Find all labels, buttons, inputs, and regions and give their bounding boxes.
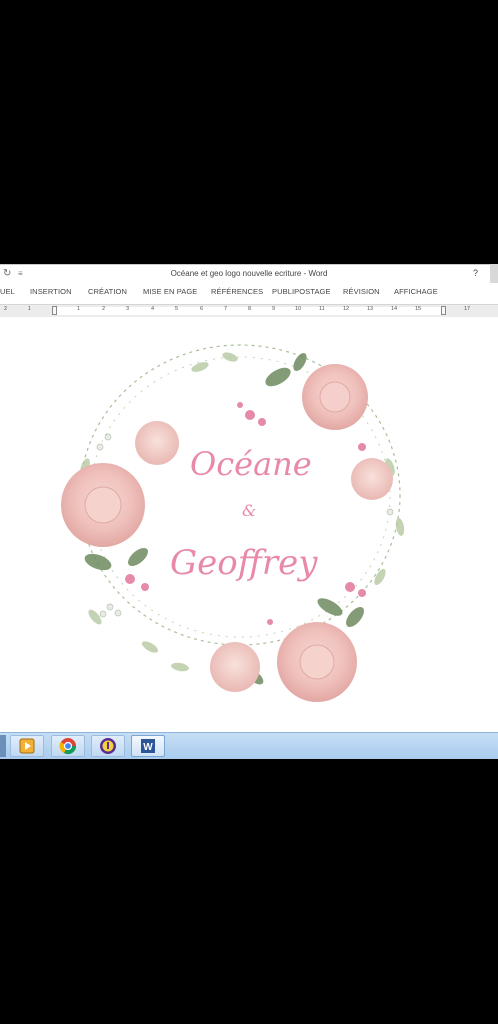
horizontal-ruler[interactable]: 2 1 1 2 3 4 5 6 7 8 9 10 11 12 13 14 15 … (0, 304, 498, 318)
media-player-icon[interactable] (10, 735, 44, 757)
right-indent-marker[interactable] (441, 306, 446, 315)
name-oceane: Océane (190, 445, 312, 483)
ruler-number: 2 (4, 306, 8, 312)
ruler-number: 13 (367, 306, 374, 312)
ruler-number: 14 (391, 306, 398, 312)
tab-references[interactable]: RÉFÉRENCES (211, 287, 263, 296)
ruler-number: 17 (464, 306, 471, 312)
word-window: ↻ ≡ Océane et geo logo nouvelle ecriture… (0, 264, 498, 732)
tab-publipostage[interactable]: PUBLIPOSTAGE (272, 287, 331, 296)
ruler-number: 6 (200, 306, 204, 312)
indent-marker[interactable] (52, 306, 57, 315)
tab-creation[interactable]: CRÉATION (88, 287, 127, 296)
tab-affichage[interactable]: AFFICHAGE (394, 287, 438, 296)
ruler-number: 9 (272, 306, 276, 312)
help-button[interactable]: ? (473, 268, 478, 278)
vpn-icon[interactable] (91, 735, 125, 757)
tab-mise-en-page[interactable]: MISE EN PAGE (143, 287, 197, 296)
tab-revision[interactable]: RÉVISION (343, 287, 380, 296)
ruler-number: 2 (102, 306, 106, 312)
ampersand: & (242, 501, 257, 520)
ribbon-tabs: UEL INSERTION CRÉATION MISE EN PAGE RÉFÉ… (0, 283, 498, 303)
ruler-number: 10 (295, 306, 302, 312)
tab-insertion[interactable]: INSERTION (30, 287, 72, 296)
ruler-number: 11 (319, 306, 325, 312)
floral-wreath-image (61, 344, 405, 702)
taskbar: W (0, 732, 498, 759)
svg-text:W: W (143, 742, 153, 753)
window-title: Océane et geo logo nouvelle ecriture - W… (170, 269, 328, 278)
start-button-edge[interactable] (0, 735, 6, 757)
ruler-number: 5 (175, 306, 179, 312)
title-bar: ↻ ≡ Océane et geo logo nouvelle ecriture… (0, 264, 498, 284)
name-geoffrey: Geoffrey (170, 543, 318, 583)
ruler-number: 4 (151, 306, 155, 312)
chrome-icon[interactable] (51, 735, 85, 757)
ruler-number: 7 (224, 306, 228, 312)
tab-fichier[interactable]: UEL (0, 287, 15, 296)
ruler-number: 1 (28, 306, 32, 312)
document-page[interactable]: Océane & Geoffrey (0, 317, 498, 732)
word-icon[interactable]: W (131, 735, 165, 757)
ruler-number: 15 (415, 306, 422, 312)
ruler-number: 12 (343, 306, 350, 312)
ruler-number: 3 (126, 306, 130, 312)
ruler-number: 1 (77, 306, 81, 312)
ruler-number: 8 (248, 306, 252, 312)
